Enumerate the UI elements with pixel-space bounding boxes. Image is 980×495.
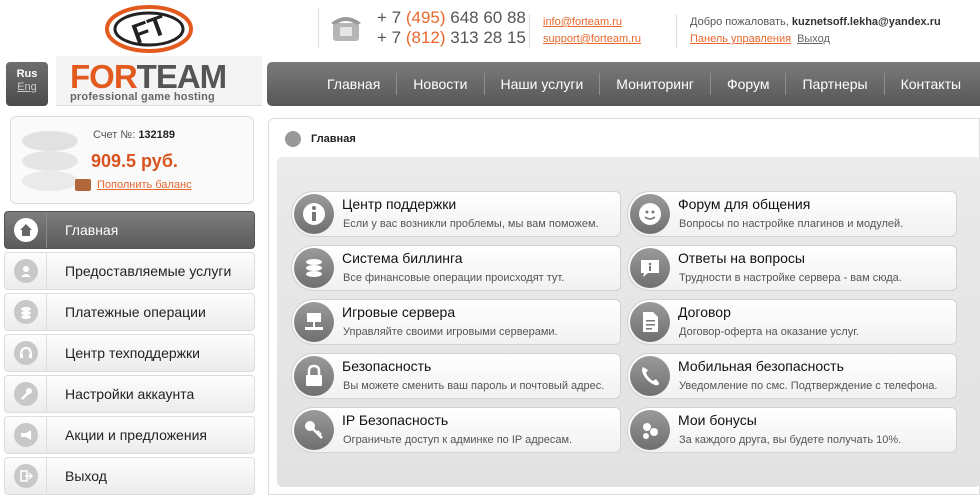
wrench-icon [13,382,38,406]
balance-amount: 909.5 руб. [91,151,178,171]
sidebar-item-label: Выход [65,468,107,484]
card-title: Игровые сервера [342,304,456,320]
sidebar-item-services[interactable]: Предоставляемые услуги [4,252,255,290]
topnav-home[interactable]: Главная [311,73,398,95]
phone-line-1[interactable]: + 7 (495) 648 60 88 [377,8,526,28]
card-title: Договор [678,304,731,320]
card-desc: За каждого друга, вы будете получать 10%… [679,434,902,446]
card-title: Мобильная безопасность [678,358,844,374]
sidebar-item-label: Главная [65,222,119,238]
card-support-center[interactable]: Центр поддержки Если у вас возникли проб… [291,191,621,237]
card-desc: Договор-оферта на оказание услуг. [679,326,859,338]
card-title: Ответы на вопросы [678,250,805,266]
faq-icon [630,248,670,288]
card-security[interactable]: Безопасность Вы можете сменить ваш парол… [291,353,621,399]
card-desc: Вопросы по настройке плагинов и модулей. [679,218,904,230]
user-icon [13,259,38,283]
card-title: Центр поддержки [342,196,457,212]
card-forum[interactable]: Форум для общения Вопросы по настройке п… [627,191,957,237]
sidebar-item-payments[interactable]: Платежные операции [4,293,255,331]
home-icon [13,218,38,242]
dashboard-panel: Центр поддержки Если у вас возникли проб… [277,157,980,487]
phone-line-2[interactable]: + 7 (812) 313 28 15 [377,28,526,48]
support-email-link[interactable]: support@forteam.ru [543,31,641,48]
balance-widget: Счет №: 132189 909.5 руб. Пополнить бала… [10,116,254,204]
coins-icon [13,300,38,324]
breadcrumb-current: Главная [311,133,356,145]
email-contacts: info@forteam.ru support@forteam.ru [529,14,641,48]
lock-icon [294,356,334,396]
document-icon [630,302,670,342]
topnav-partners[interactable]: Партнеры [786,73,885,95]
brand-logo[interactable]: FORTEAM professional game hosting [56,56,262,106]
brand-tagline: professional game hosting [70,91,215,103]
wallet-icon [75,179,91,191]
card-desc: Трудности в настройке сервера - вам сюда… [679,272,902,284]
headset-icon [13,341,38,365]
card-desc: Уведомление по смс. Подтверждение с теле… [679,380,938,392]
card-desc: Управляйте своими игровыми серверами. [343,326,558,338]
topnav-monitoring[interactable]: Мониторинг [600,73,711,95]
card-game-servers[interactable]: Игровые сервера Управляйте своими игровы… [291,299,621,345]
card-contract[interactable]: Договор Договор-оферта на оказание услуг… [627,299,957,345]
megaphone-icon [13,423,38,447]
topnav-forum[interactable]: Форум [711,73,787,95]
info-email-link[interactable]: info@forteam.ru [543,14,641,31]
control-panel-link[interactable]: Панель управления [690,33,791,45]
server-icon [294,302,334,342]
sidebar-item-label: Платежные операции [65,304,206,320]
welcome-text: Добро пожаловать, [690,16,792,28]
sidebar-item-logout[interactable]: Выход [4,457,255,495]
card-desc: Ограничьте доступ к админке по IP адреса… [343,434,573,446]
phone-icon [630,356,670,396]
card-billing[interactable]: Система биллинга Все финансовые операции… [291,245,621,291]
topnav-services[interactable]: Наши услуги [485,73,601,95]
sidebar-item-label: Настройки аккаунта [65,386,195,402]
card-title: Система биллинга [342,250,463,266]
topup-link[interactable]: Пополнить баланс [97,179,192,191]
lang-eng[interactable]: Eng [6,81,48,93]
database-icon [294,248,334,288]
phone-contacts: + 7 (495) 648 60 88 + 7 (812) 313 28 15 [318,8,526,48]
card-faq[interactable]: Ответы на вопросы Трудности в настройке … [627,245,957,291]
side-navigation: Главная Предоставляемые услуги Платежные… [4,211,255,495]
sidebar-item-label: Акции и предложения [65,427,207,443]
card-title: Форум для общения [678,196,811,212]
breadcrumb-home-icon[interactable] [285,131,301,147]
sidebar-item-home[interactable]: Главная [4,211,255,249]
card-bonuses[interactable]: Мои бонусы За каждого друга, вы будете п… [627,407,957,453]
card-title: IP Безопасность [342,412,449,428]
card-ip-security[interactable]: IP Безопасность Ограничьте доступ к адми… [291,407,621,453]
info-icon [294,194,334,234]
card-desc: Если у вас возникли проблемы, мы вам пом… [343,218,599,230]
bonus-icon [630,410,670,450]
card-desc: Вы можете сменить ваш пароль и почтовый … [343,380,605,392]
sidebar-item-promotions[interactable]: Акции и предложения [4,416,255,454]
ft-logo[interactable]: FT [104,4,194,54]
topup-row: Пополнить баланс [75,179,192,191]
sidebar-item-label: Центр техподдержки [65,345,200,361]
account-number: Счет №: 132189 [93,129,176,141]
welcome-block: Добро пожаловать, kuznetsoff.lekha@yande… [676,14,941,48]
logout-link[interactable]: Выход [797,33,830,45]
key-icon [294,410,334,450]
sidebar-item-support[interactable]: Центр техподдержки [4,334,255,372]
telephone-icon [331,17,361,41]
lang-rus[interactable]: Rus [6,68,48,80]
topnav-news[interactable]: Новости [397,73,485,95]
language-switcher: Rus Eng [6,62,48,106]
sidebar-item-label: Предоставляемые услуги [65,263,232,279]
sidebar-item-account-settings[interactable]: Настройки аккаунта [4,375,255,413]
main-content: Главная Центр поддержки Если у вас возни… [268,118,980,495]
topnav-contacts[interactable]: Контакты [885,73,977,95]
card-mobile-security[interactable]: Мобильная безопасность Уведомление по см… [627,353,957,399]
breadcrumb: Главная [285,131,356,147]
card-title: Мои бонусы [678,412,757,428]
user-email: kuznetsoff.lekha@yandex.ru [791,16,941,28]
card-desc: Все финансовые операции происходят тут. [343,272,565,284]
exit-icon [13,464,38,488]
top-navigation: Главная Новости Наши услуги Мониторинг Ф… [267,62,980,106]
chat-icon [630,194,670,234]
card-title: Безопасность [342,358,432,374]
